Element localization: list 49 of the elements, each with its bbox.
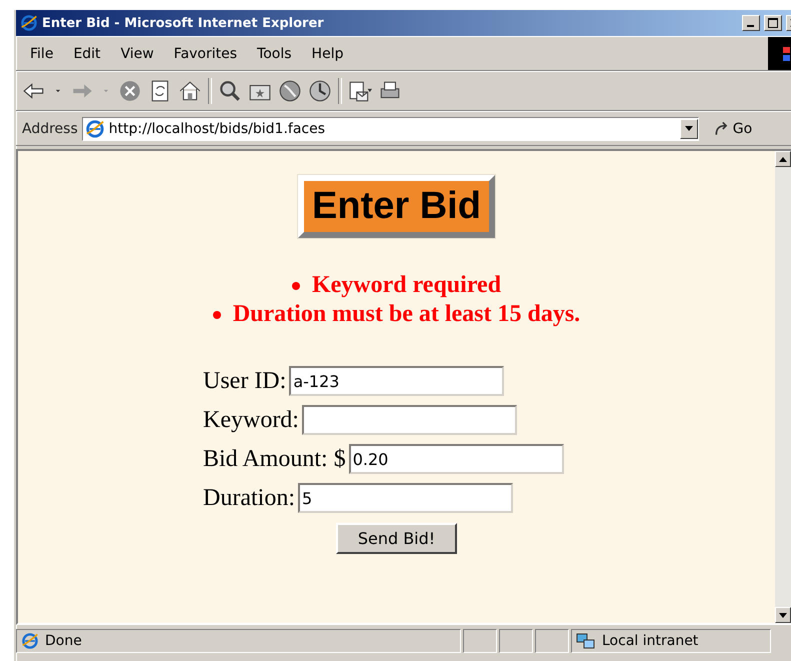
history-icon[interactable] [308,79,332,103]
window-title: Enter Bid - Microsoft Internet Explorer [42,16,325,30]
menu-item[interactable]: Edit [63,44,111,64]
submit-button[interactable]: Send Bid! [336,523,458,554]
menu-item[interactable]: Help [302,44,354,64]
field-label: User ID: [203,368,286,394]
dropdown-button[interactable] [680,118,698,138]
bullet-icon [292,282,300,290]
menu-item[interactable]: Tools [247,44,302,64]
error-message: Duration must be at least 15 days. [232,301,580,328]
page-icon [21,632,39,650]
network-icon [576,632,596,650]
status-panel [535,629,569,653]
home-icon[interactable] [178,79,202,103]
security-zone: Local intranet [602,633,698,649]
bullet-icon [212,310,221,318]
minimize-button[interactable] [742,15,760,31]
address-label: Address [22,120,78,136]
stop-icon[interactable] [118,79,142,103]
mail-icon[interactable] [348,79,372,103]
maximize-icon [768,18,778,28]
input-field[interactable]: 5 [298,483,513,513]
scrollbar[interactable] [775,151,791,623]
menu-item[interactable]: View [110,44,164,64]
search-icon[interactable] [218,79,242,103]
status-panel [463,629,497,653]
address-field[interactable]: http://localhost/bids/bid1.faces [82,116,699,140]
scroll-down-button[interactable] [775,607,791,623]
input-field[interactable]: 0.20 [348,444,564,474]
down-arrow-icon [779,612,787,618]
input-field[interactable]: a-123 [289,366,504,396]
menu-item[interactable]: File [20,44,64,64]
field-label: Keyword: [203,406,299,434]
maximize-button[interactable] [764,15,782,31]
caret-icon [684,126,693,131]
go-button[interactable]: Go [712,120,752,138]
media-icon[interactable] [278,79,302,103]
scroll-up-button[interactable] [775,151,791,167]
page-icon [84,118,105,138]
status-text: Done [45,633,82,649]
browser-icon [20,14,38,32]
page-heading: Enter Bid [298,175,495,238]
menu-item[interactable]: Favorites [164,44,248,64]
up-arrow-icon [779,156,787,162]
input-field[interactable] [302,405,517,435]
status-panel [499,629,533,653]
field-label: Bid Amount: $ [203,446,346,472]
field-label: Duration: [203,484,295,512]
error-message: Keyword required [312,272,502,299]
